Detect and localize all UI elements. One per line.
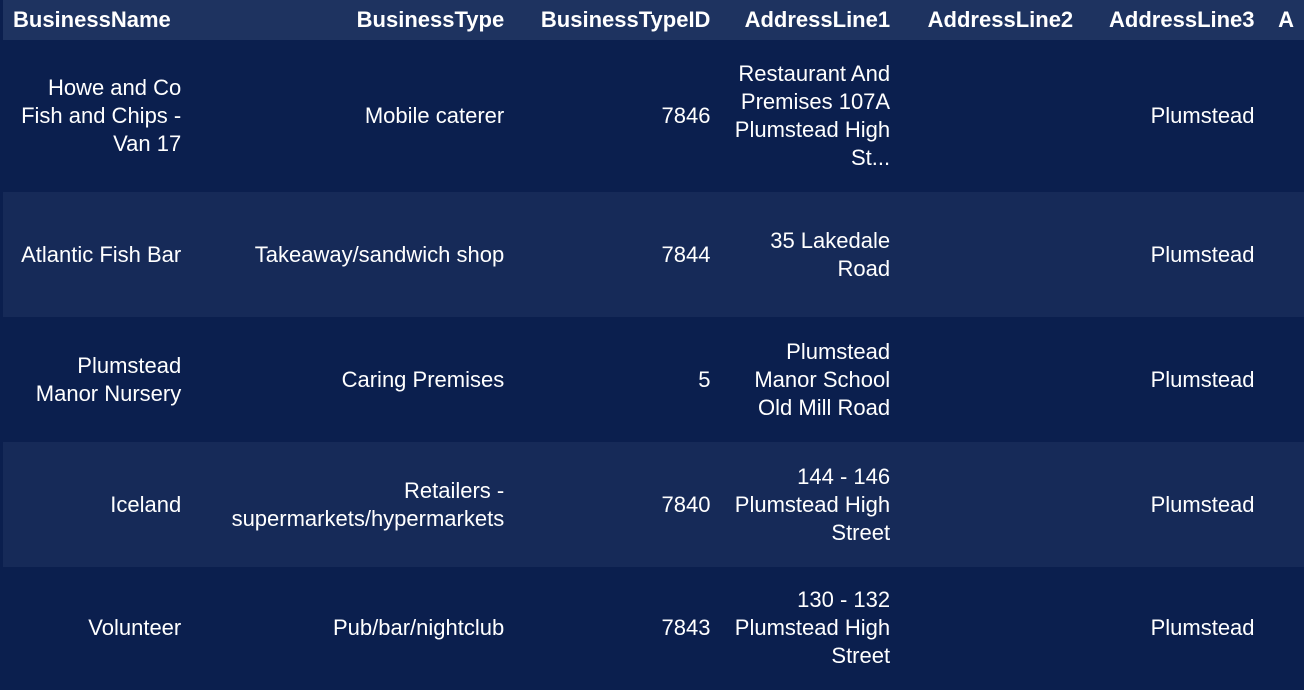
- table-row: Howe and Co Fish and Chips - Van 17 Mobi…: [3, 40, 1304, 192]
- cell-address-line3: Plumstead: [1083, 192, 1265, 317]
- table-row: Volunteer Pub/bar/nightclub 7843 130 - 1…: [3, 567, 1304, 688]
- cell-address-line1: 130 - 132 Plumstead High Street: [720, 567, 901, 688]
- cell-address-line1: 144 - 146 Plumstead High Street: [720, 442, 901, 567]
- cell-business-type-id: 7844: [514, 192, 721, 317]
- table-row: Plumstead Manor Nursery Caring Premises …: [3, 317, 1304, 442]
- cell-business-type-id: 7840: [514, 442, 721, 567]
- column-header-businesstype[interactable]: BusinessType: [191, 0, 515, 40]
- cell-business-type: Takeaway/sandwich shop: [191, 192, 515, 317]
- cell-business-name: Volunteer: [3, 567, 192, 688]
- cell-business-name: Plumstead Manor Nursery: [3, 317, 192, 442]
- cell-address-line3: Plumstead: [1083, 317, 1265, 442]
- cell-address-line3: Plumstead: [1083, 40, 1265, 192]
- cell-address-line1: Plumstead Manor School Old Mill Road: [720, 317, 901, 442]
- cell-truncated: [1264, 192, 1304, 317]
- cell-business-type: Retailers - supermarkets/hypermarkets: [191, 442, 515, 567]
- cell-address-line2: [900, 40, 1084, 192]
- cell-address-line3: Plumstead: [1083, 567, 1265, 688]
- cell-business-name: Atlantic Fish Bar: [3, 192, 192, 317]
- cell-truncated: [1264, 442, 1304, 567]
- cell-business-type: Mobile caterer: [191, 40, 515, 192]
- cell-address-line2: [900, 317, 1084, 442]
- cell-address-line3: Plumstead: [1083, 442, 1265, 567]
- header-row: BusinessName BusinessType BusinessTypeID…: [3, 0, 1304, 40]
- cell-address-line2: [900, 192, 1084, 317]
- cell-business-type-id: 5: [514, 317, 721, 442]
- column-header-truncated[interactable]: A: [1264, 0, 1304, 40]
- cell-business-type-id: 7843: [514, 567, 721, 688]
- cell-truncated: [1264, 317, 1304, 442]
- cell-address-line1: 35 Lakedale Road: [720, 192, 901, 317]
- table-row: Atlantic Fish Bar Takeaway/sandwich shop…: [3, 192, 1304, 317]
- cell-address-line1: Restaurant And Premises 107A Plumstead H…: [720, 40, 901, 192]
- column-header-addressline2[interactable]: AddressLine2: [900, 0, 1084, 40]
- cell-business-name: Iceland: [3, 442, 192, 567]
- column-header-businesstypeid[interactable]: BusinessTypeID: [514, 0, 721, 40]
- cell-truncated: [1264, 40, 1304, 192]
- cell-business-type-id: 7846: [514, 40, 721, 192]
- data-table-container: BusinessName BusinessType BusinessTypeID…: [3, 0, 1304, 690]
- cell-address-line2: [900, 442, 1084, 567]
- cell-business-type: Pub/bar/nightclub: [191, 567, 515, 688]
- column-header-addressline1[interactable]: AddressLine1: [720, 0, 901, 40]
- cell-address-line2: [900, 567, 1084, 688]
- cell-business-name: Howe and Co Fish and Chips - Van 17: [3, 40, 192, 192]
- cell-business-type: Caring Premises: [191, 317, 515, 442]
- column-header-businessname[interactable]: BusinessName: [3, 0, 192, 40]
- cell-truncated: [1264, 567, 1304, 688]
- table-row: Iceland Retailers - supermarkets/hyperma…: [3, 442, 1304, 567]
- column-header-addressline3[interactable]: AddressLine3: [1083, 0, 1265, 40]
- data-table: BusinessName BusinessType BusinessTypeID…: [3, 0, 1304, 688]
